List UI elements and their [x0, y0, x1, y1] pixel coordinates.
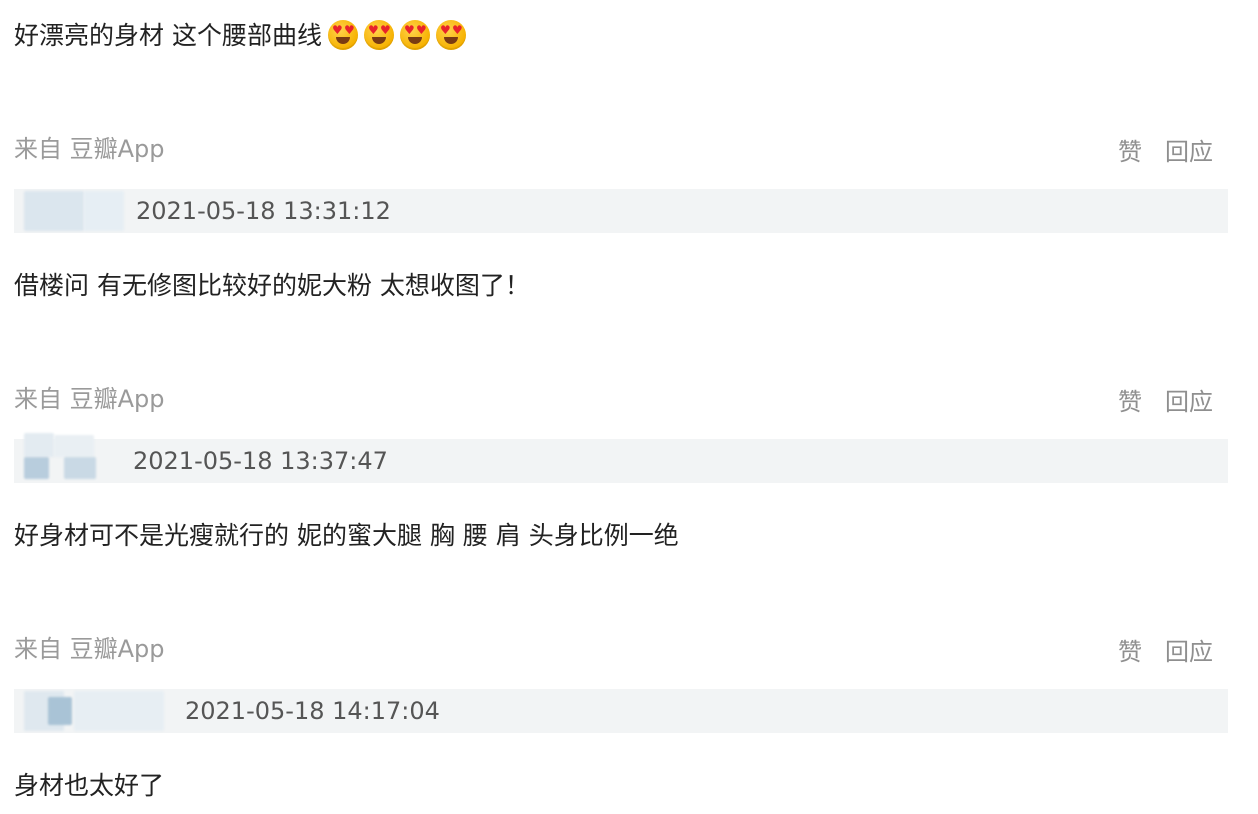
comment-2-timestamp: 2021-05-18 13:31:12 — [136, 197, 391, 225]
heart-eyes-emoji-icon: ♥ ♥ — [435, 20, 466, 50]
comment-2-reply-button[interactable]: 回应 — [1165, 387, 1213, 417]
avatar-blur-part — [24, 457, 49, 479]
comment-3-text: 好身材可不是光瘦就行的 妮的蜜大腿 胸 腰 肩 头身比例一绝 — [14, 521, 679, 550]
avatar-blur-part — [48, 697, 72, 725]
comment-1-text-row: 好漂亮的身材 这个腰部曲线 ♥ ♥ ♥ ♥ ♥ ♥ ♥ ♥ — [14, 20, 466, 51]
comment-4-timestamp: 2021-05-18 14:17:04 — [185, 697, 440, 725]
comment-3-header: 2021-05-18 13:37:47 — [14, 433, 1228, 483]
comment-2-like-button[interactable]: 赞 — [1118, 387, 1142, 417]
comment-1-text: 好漂亮的身材 这个腰部曲线 — [14, 21, 322, 50]
comment-3-reply-button[interactable]: 回应 — [1165, 637, 1213, 667]
comment-2-header: 2021-05-18 13:31:12 — [14, 189, 1228, 233]
username-blurred-part — [64, 457, 96, 479]
comment-3-source: 来自 豆瓣App — [14, 635, 165, 663]
heart-eyes-emoji-icon: ♥ ♥ — [363, 20, 394, 50]
comment-4-header: 2021-05-18 14:17:04 — [14, 689, 1228, 733]
comment-1-reply-button[interactable]: 回应 — [1165, 137, 1213, 167]
avatar[interactable] — [24, 433, 54, 457]
comment-3-like-button[interactable]: 赞 — [1118, 637, 1142, 667]
comment-1-like-button[interactable]: 赞 — [1118, 137, 1142, 167]
comment-2-text: 借楼问 有无修图比较好的妮大粉 太想收图了！ — [14, 271, 530, 300]
username-blurred[interactable] — [84, 191, 124, 231]
comment-1-source: 来自 豆瓣App — [14, 135, 165, 163]
comment-4-text: 身材也太好了 — [14, 771, 165, 800]
heart-eyes-emoji-icon: ♥ ♥ — [327, 20, 358, 50]
comment-3-timestamp: 2021-05-18 13:37:47 — [133, 447, 388, 475]
username-blurred[interactable] — [74, 691, 164, 731]
avatar[interactable] — [24, 191, 84, 231]
username-blurred[interactable] — [54, 435, 94, 457]
comment-2-source: 来自 豆瓣App — [14, 385, 165, 413]
heart-eyes-emoji-icon: ♥ ♥ — [399, 20, 430, 50]
